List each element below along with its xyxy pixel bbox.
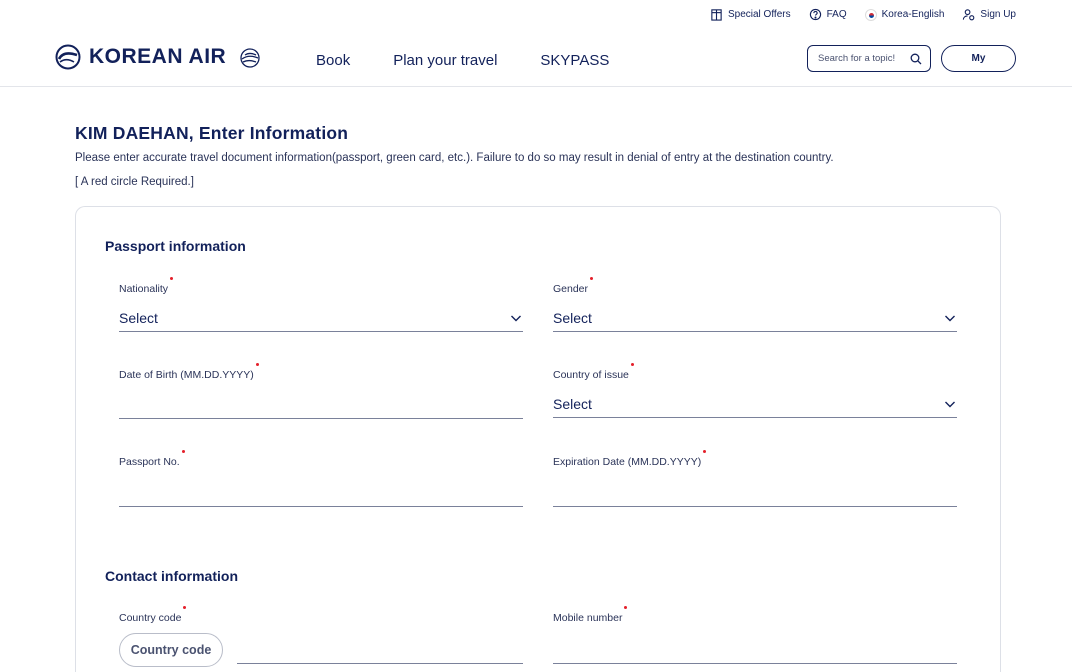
nationality-label: Nationality xyxy=(119,283,169,295)
country-code-button[interactable]: Country code xyxy=(119,633,223,667)
required-dot xyxy=(170,277,174,280)
utility-bar: Special Offers FAQ Korea-English Sign Up xyxy=(710,8,1016,21)
contact-section-title: Contact information xyxy=(105,568,238,584)
main-nav: Book Plan your travel SKYPASS xyxy=(316,52,609,69)
user-add-icon xyxy=(963,9,975,21)
expiration-input[interactable] xyxy=(553,479,957,507)
required-dot xyxy=(181,450,185,453)
mobile-input[interactable] xyxy=(553,636,957,664)
country-of-issue-select[interactable]: Select xyxy=(553,390,957,418)
country-of-issue-field: Country of issue Select xyxy=(553,363,957,418)
faq-label: FAQ xyxy=(826,9,847,20)
mobile-field: Mobile number xyxy=(553,606,957,664)
dob-label: Date of Birth (MM.DD.YYYY) xyxy=(119,369,254,381)
country-of-issue-label: Country of issue xyxy=(553,369,629,381)
required-dot xyxy=(630,363,634,366)
gender-label: Gender xyxy=(553,283,589,295)
gift-icon xyxy=(711,9,722,21)
chevron-down-icon xyxy=(511,315,521,321)
nav-skypass[interactable]: SKYPASS xyxy=(540,52,609,69)
special-offers-label: Special Offers xyxy=(727,9,791,20)
search-input[interactable] xyxy=(818,53,906,64)
nationality-select[interactable]: Select xyxy=(119,304,523,332)
expiration-label: Expiration Date (MM.DD.YYYY) xyxy=(553,456,702,468)
gender-field: Gender Select xyxy=(553,277,957,332)
nationality-value: Select xyxy=(119,309,158,326)
country-of-issue-value: Select xyxy=(553,395,592,412)
skyteam-icon xyxy=(240,48,260,68)
country-code-input[interactable] xyxy=(237,636,523,664)
korean-air-logo[interactable]: KOREAN AIR xyxy=(55,44,262,70)
country-code-label: Country code xyxy=(119,612,182,624)
traveler-form-card xyxy=(75,206,1001,672)
language-selector[interactable]: Korea-English xyxy=(864,8,945,21)
country-code-field: Country code xyxy=(119,606,523,626)
korea-flag-icon xyxy=(864,8,877,21)
required-dot xyxy=(255,363,259,366)
page-description: Please enter accurate travel document in… xyxy=(75,152,834,164)
search-box[interactable] xyxy=(807,45,931,72)
expiration-field: Expiration Date (MM.DD.YYYY) xyxy=(553,450,957,507)
question-icon xyxy=(809,8,821,21)
nav-book[interactable]: Book xyxy=(316,52,350,69)
sign-up-link[interactable]: Sign Up xyxy=(962,8,1016,21)
required-dot xyxy=(703,450,707,453)
passport-no-label: Passport No. xyxy=(119,456,180,468)
gender-select[interactable]: Select xyxy=(553,304,957,332)
passport-no-input[interactable] xyxy=(119,479,523,507)
language-label: Korea-English xyxy=(881,9,945,20)
korean-air-logo-icon xyxy=(55,44,81,70)
nationality-field: Nationality Select xyxy=(119,277,523,332)
my-button[interactable]: My xyxy=(941,45,1016,72)
gender-value: Select xyxy=(553,309,592,326)
faq-link[interactable]: FAQ xyxy=(809,8,847,21)
dob-field: Date of Birth (MM.DD.YYYY) xyxy=(119,363,523,419)
logo-text: KOREAN AIR xyxy=(89,45,227,68)
nav-plan-your-travel[interactable]: Plan your travel xyxy=(393,52,497,69)
chevron-down-icon xyxy=(945,315,955,321)
mobile-label: Mobile number xyxy=(553,612,623,624)
chevron-down-icon xyxy=(945,401,955,407)
search-icon[interactable] xyxy=(910,53,922,65)
passport-section-title: Passport information xyxy=(105,238,246,254)
sign-up-label: Sign Up xyxy=(980,9,1016,20)
required-note: [ A red circle Required.] xyxy=(75,176,194,188)
page-title: KIM DAEHAN, Enter Information xyxy=(75,123,349,143)
dob-input[interactable] xyxy=(119,391,523,419)
main-header: KOREAN AIR Book Plan your travel SKYPASS… xyxy=(0,36,1072,87)
passport-no-field: Passport No. xyxy=(119,450,523,507)
special-offers-link[interactable]: Special Offers xyxy=(710,8,791,21)
required-dot xyxy=(590,277,594,280)
